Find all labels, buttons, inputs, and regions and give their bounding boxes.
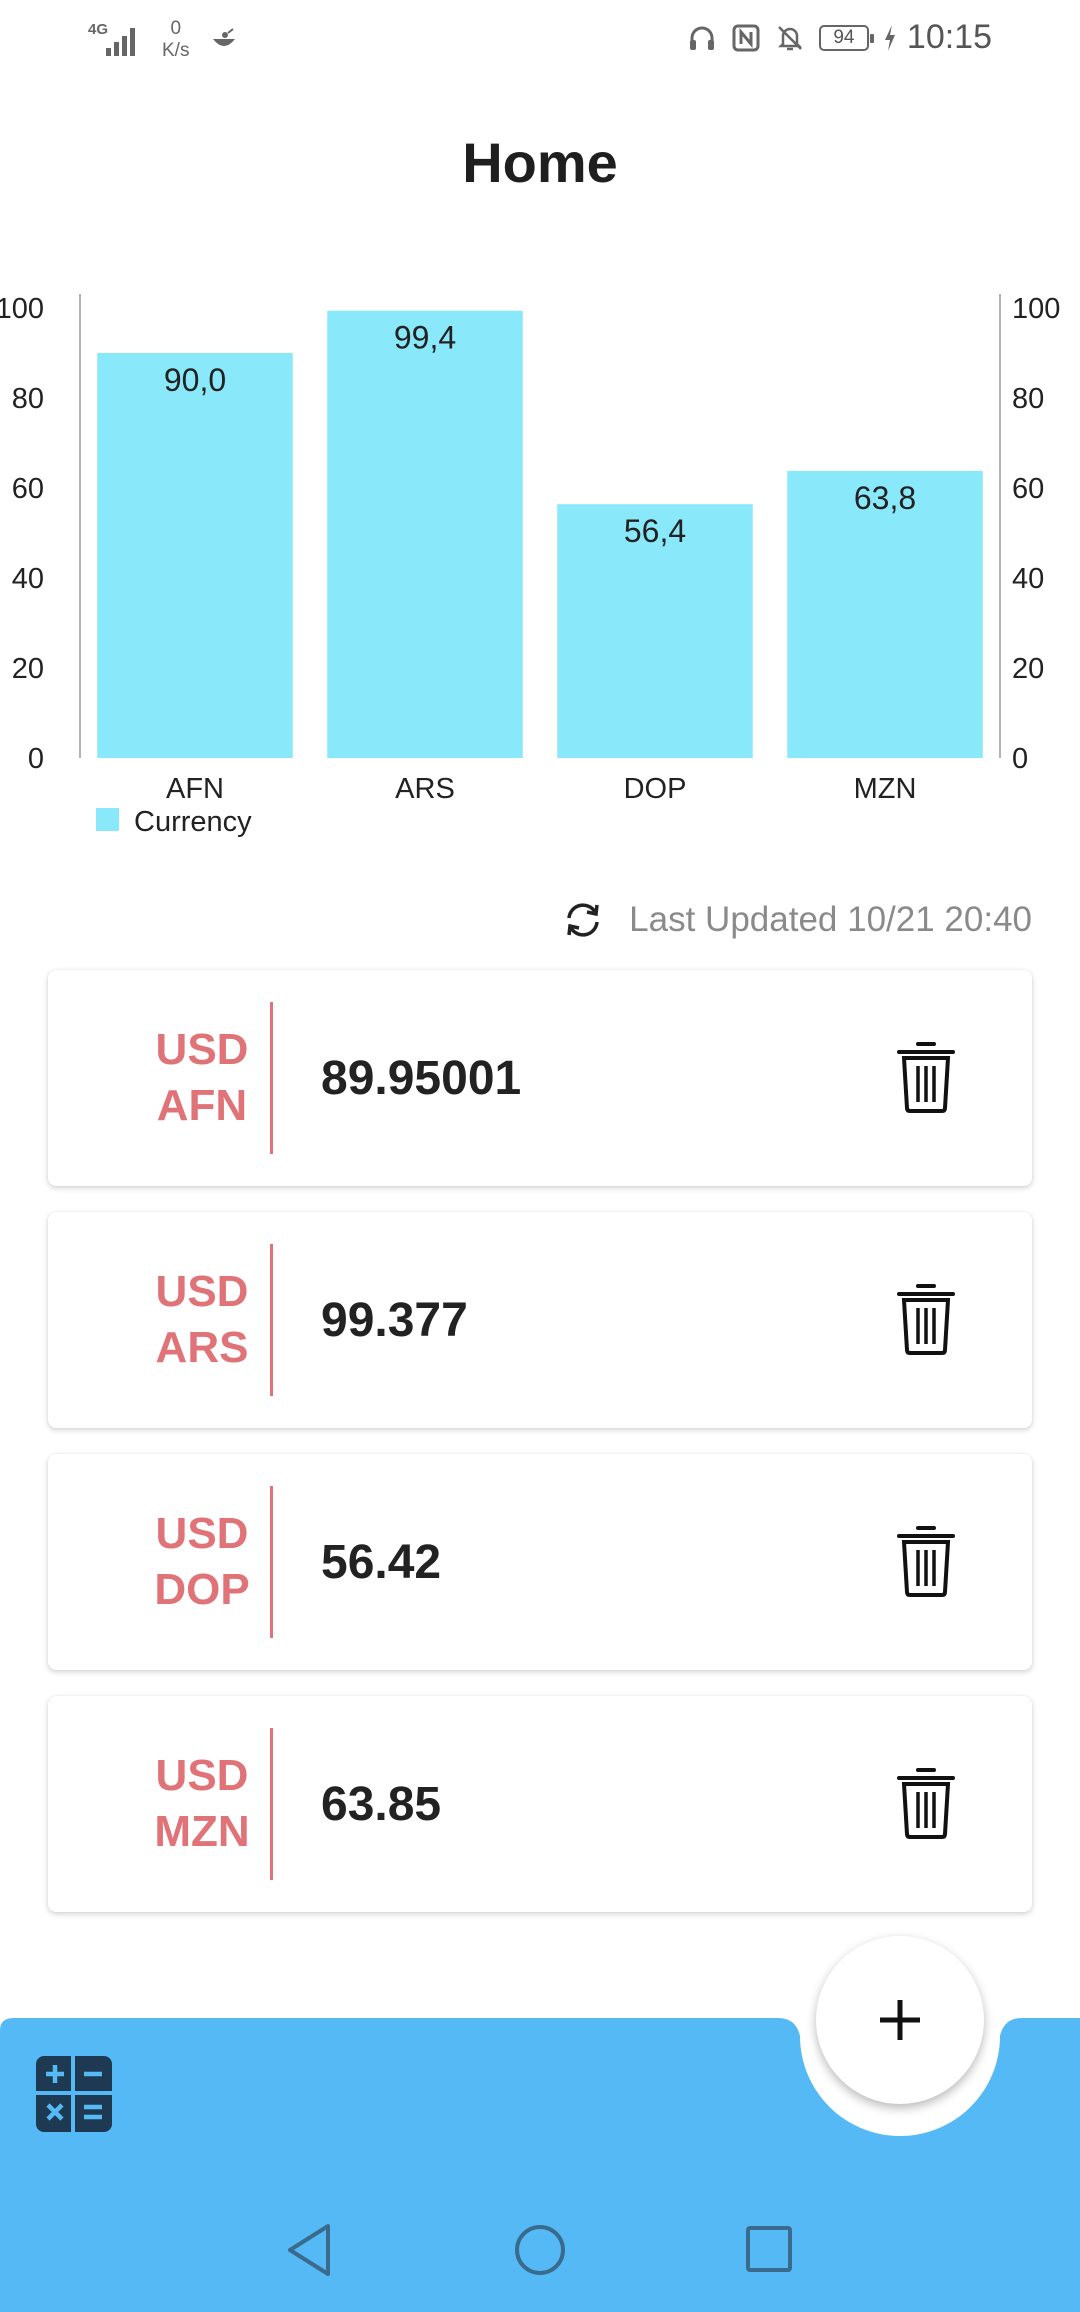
status-bar-right: 94 10:15 — [687, 18, 992, 57]
charging-icon — [884, 24, 895, 51]
card-divider — [270, 1728, 273, 1880]
x-tick-label: ARS — [395, 773, 455, 805]
y-tick-label-left: 80 — [12, 383, 44, 415]
base-currency: USD — [155, 1025, 249, 1074]
y-tick-label-left: 40 — [12, 563, 44, 595]
base-currency: USD — [155, 1509, 249, 1558]
calculator-icon[interactable] — [36, 2056, 112, 2132]
base-currency: USD — [155, 1751, 249, 1800]
nav-home-icon[interactable] — [514, 2224, 566, 2276]
rate-list: USD AFN 89.95001 USD ARS 99.377 USD DOP — [48, 970, 1032, 1938]
currency-bar-chart: 0 0 20 20 40 40 60 60 80 80 100 100 90,0 AFN 99,4 ARS 56… — [0, 280, 1080, 860]
currency-pair: USD MZN — [98, 1696, 306, 1912]
network-type: 4G — [88, 21, 109, 38]
add-currency-button[interactable] — [816, 1936, 984, 2104]
y-tick-label-left: 0 — [28, 743, 44, 775]
rate-card[interactable]: USD ARS 99.377 — [48, 1212, 1032, 1428]
status-time: 10:15 — [906, 18, 992, 56]
battery-icon: 94 — [818, 24, 874, 51]
notification-app-icon — [213, 28, 236, 46]
y-tick-label-left: 100 — [0, 293, 44, 325]
x-tick-label: MZN — [854, 773, 917, 805]
last-updated-text: Last Updated 10/21 20:40 — [629, 900, 1032, 939]
bar-value-label: 56,4 — [624, 513, 686, 549]
rate-value: 89.95001 — [321, 1051, 522, 1105]
y-tick-label-right: 40 — [1012, 563, 1044, 595]
y-tick-label-right: 20 — [1012, 653, 1044, 685]
y-tick-label-right: 100 — [1012, 293, 1060, 325]
battery-level: 94 — [833, 26, 855, 48]
headphones-icon — [689, 26, 714, 50]
quote-currency: ARS — [155, 1323, 249, 1372]
y-tick-label-left: 60 — [12, 473, 44, 505]
trash-icon[interactable] — [896, 1522, 956, 1598]
status-bar: 4G 0 K/s 94 10:15 — [0, 0, 1080, 80]
card-divider — [270, 1002, 273, 1154]
page-title: Home — [462, 131, 618, 194]
base-currency: USD — [155, 1267, 249, 1316]
bar-value-label: 63,8 — [854, 480, 916, 516]
bar-value-label: 99,4 — [394, 320, 456, 356]
rate-card[interactable]: USD AFN 89.95001 — [48, 970, 1032, 1186]
status-bar-left: 4G 0 K/s — [88, 18, 239, 62]
rate-value: 99.377 — [321, 1293, 468, 1347]
trash-icon[interactable] — [896, 1038, 956, 1114]
rate-card[interactable]: USD MZN 63.85 — [48, 1696, 1032, 1912]
nav-recents-icon[interactable] — [746, 2226, 792, 2272]
quote-currency: AFN — [156, 1081, 248, 1130]
nfc-icon — [732, 24, 760, 51]
rate-value: 63.85 — [321, 1777, 442, 1831]
quote-currency: DOP — [154, 1565, 250, 1614]
network-speed: 0 K/s — [162, 18, 189, 62]
rate-value: 56.42 — [321, 1535, 442, 1589]
network-speed-unit: K/s — [162, 40, 190, 61]
bar — [97, 353, 293, 758]
y-tick-label-right: 60 — [1012, 473, 1044, 505]
last-updated-row: Last Updated 10/21 20:40 — [561, 898, 1032, 942]
bar-value-label: 90,0 — [164, 362, 226, 398]
currency-pair: USD DOP — [98, 1454, 306, 1670]
rate-card[interactable]: USD DOP 56.42 — [48, 1454, 1032, 1670]
quote-currency: MZN — [154, 1807, 250, 1856]
y-tick-label-right: 80 — [1012, 383, 1044, 415]
currency-pair: USD ARS — [98, 1212, 306, 1428]
network-speed-value: 0 — [170, 18, 182, 39]
trash-icon[interactable] — [896, 1280, 956, 1356]
refresh-icon[interactable] — [561, 898, 605, 942]
y-tick-label-right: 0 — [1012, 743, 1028, 775]
x-tick-label: AFN — [166, 773, 224, 805]
trash-icon[interactable] — [896, 1764, 956, 1840]
card-divider — [270, 1486, 273, 1638]
legend-label: Currency — [134, 806, 252, 838]
card-divider — [270, 1244, 273, 1396]
legend-swatch — [96, 808, 119, 831]
signal-icon: 4G — [88, 20, 142, 60]
x-tick-label: DOP — [624, 773, 687, 805]
currency-pair: USD AFN — [98, 970, 306, 1186]
chart-svg: 0 0 20 20 40 40 60 60 80 80 100 100 90,0 AFN 99,4 ARS 56… — [0, 293, 1060, 838]
bell-off-icon — [777, 25, 802, 50]
nav-back-icon[interactable] — [284, 2222, 334, 2278]
plus-icon — [880, 2000, 920, 2040]
y-tick-label-left: 20 — [12, 653, 44, 685]
bar — [327, 310, 523, 758]
